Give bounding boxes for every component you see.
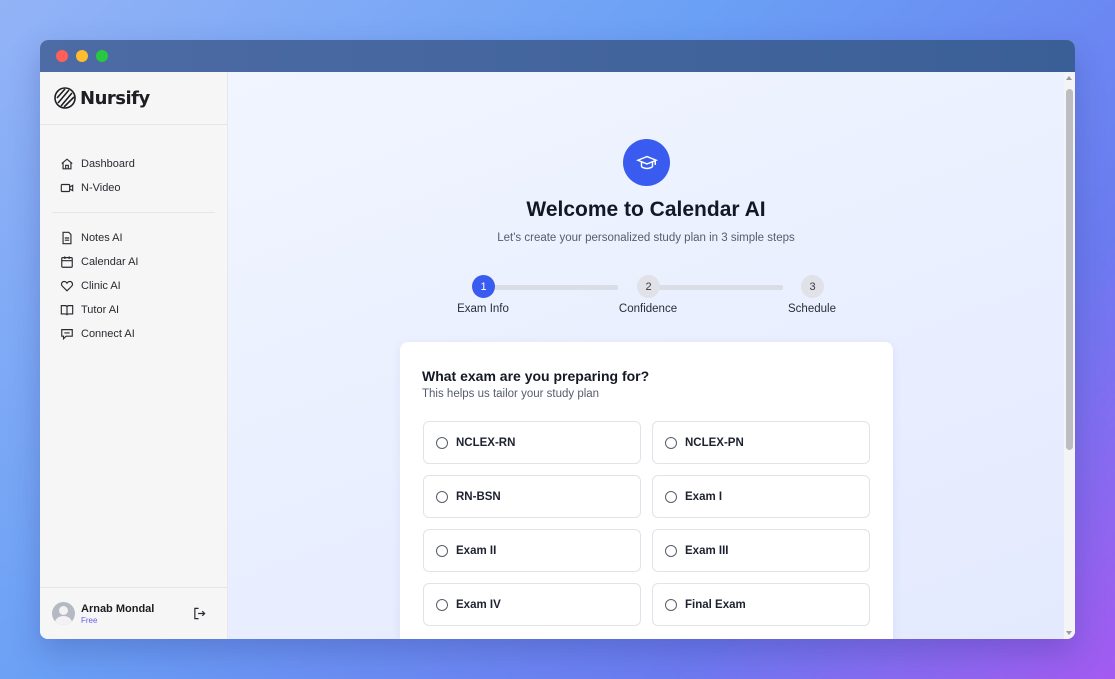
step-2-indicator[interactable]: 2 <box>637 275 660 298</box>
radio-button[interactable] <box>665 436 677 449</box>
book-icon <box>60 305 74 316</box>
exam-option-label: RN-BSN <box>456 490 501 503</box>
exam-option-label: Exam IV <box>456 598 501 611</box>
radio-button[interactable] <box>665 544 677 557</box>
sidebar-item-label: Clinic AI <box>81 280 121 292</box>
sidebar-item-dashboard[interactable]: Dashboard <box>60 152 215 176</box>
primary-nav: Dashboard N-Video <box>52 125 215 213</box>
sidebar-item-label: Notes AI <box>81 232 123 244</box>
step-3-label: Schedule <box>788 303 836 315</box>
exam-options: NCLEX-RN NCLEX-PN RN-BSN Exam I Exam II … <box>423 421 870 626</box>
maximize-window-button[interactable] <box>96 50 108 62</box>
graduation-cap-icon <box>635 155 658 169</box>
exam-option-nclex-pn[interactable]: NCLEX-PN <box>652 421 870 464</box>
minimize-window-button[interactable] <box>76 50 88 62</box>
radio-button[interactable] <box>436 598 448 611</box>
sidebar-item-label: Tutor AI <box>81 304 120 316</box>
user-profile[interactable]: Arnab Mondal Free <box>40 587 227 639</box>
page-title: Welcome to Calendar AI <box>526 198 766 221</box>
sidebar-item-label: Calendar AI <box>81 256 139 268</box>
tools-nav: Notes AI Calendar AI Clinic AI Tutor AI … <box>40 213 227 346</box>
step-3-indicator[interactable]: 3 <box>801 275 824 298</box>
close-window-button[interactable] <box>56 50 68 62</box>
user-plan-badge: Free <box>81 615 98 625</box>
scroll-down-arrow[interactable] <box>1066 631 1072 635</box>
sidebar-item-label: Connect AI <box>81 328 135 340</box>
file-icon <box>62 231 72 245</box>
exam-option-label: NCLEX-RN <box>456 436 516 449</box>
radio-button[interactable] <box>665 490 677 503</box>
sidebar-item-clinic-ai[interactable]: Clinic AI <box>60 274 215 298</box>
main-content: Welcome to Calendar AI Let's create your… <box>228 72 1075 639</box>
sidebar-item-connect-ai[interactable]: Connect AI <box>60 322 215 346</box>
exam-option-exam-iii[interactable]: Exam III <box>652 529 870 572</box>
step-1-label: Exam Info <box>457 303 509 315</box>
step-2-label: Confidence <box>618 303 678 315</box>
heart-icon <box>60 280 74 292</box>
nursify-logo-icon <box>54 87 76 109</box>
exam-option-label: Final Exam <box>685 598 746 611</box>
sidebar-item-notes-ai[interactable]: Notes AI <box>60 226 215 250</box>
card-helper-text: This helps us tailor your study plan <box>422 388 600 400</box>
sidebar-item-label: N-Video <box>81 182 121 194</box>
sidebar-item-n-video[interactable]: N-Video <box>60 176 215 200</box>
hero-badge <box>623 139 670 186</box>
vertical-scrollbar[interactable] <box>1064 72 1075 639</box>
exam-option-nclex-rn[interactable]: NCLEX-RN <box>423 421 641 464</box>
step-connector <box>478 285 618 290</box>
radio-button[interactable] <box>436 544 448 557</box>
user-name: Arnab Mondal <box>81 602 155 615</box>
step-connector <box>643 285 783 290</box>
exam-option-label: Exam II <box>456 544 497 557</box>
card-question: What exam are you preparing for? <box>422 368 650 384</box>
radio-button[interactable] <box>665 598 677 611</box>
sidebar-item-label: Dashboard <box>81 158 135 170</box>
logo[interactable]: Nursify <box>40 72 227 125</box>
exam-selection-card: What exam are you preparing for? This he… <box>400 342 893 639</box>
page-subtitle: Let's create your personalized study pla… <box>497 232 795 244</box>
exam-option-label: Exam III <box>685 544 729 557</box>
radio-button[interactable] <box>436 490 448 503</box>
video-icon <box>60 183 74 193</box>
sidebar-item-calendar-ai[interactable]: Calendar AI <box>60 250 215 274</box>
app-window: Nursify Dashboard N-Video Notes AI Calen… <box>40 40 1075 639</box>
exam-option-exam-i[interactable]: Exam I <box>652 475 870 518</box>
step-1-indicator[interactable]: 1 <box>472 275 495 298</box>
calendar-icon <box>61 256 73 268</box>
sidebar: Nursify Dashboard N-Video Notes AI Calen… <box>40 72 228 639</box>
progress-stepper: 1 2 3 Exam Info Confidence Schedule <box>454 275 838 315</box>
radio-button[interactable] <box>436 436 448 449</box>
avatar[interactable] <box>52 602 75 625</box>
logout-icon[interactable] <box>193 607 206 620</box>
exam-option-label: NCLEX-PN <box>685 436 744 449</box>
exam-option-rn-bsn[interactable]: RN-BSN <box>423 475 641 518</box>
sidebar-item-tutor-ai[interactable]: Tutor AI <box>60 298 215 322</box>
home-icon <box>61 158 73 170</box>
scroll-thumb[interactable] <box>1066 89 1073 450</box>
chat-icon <box>61 329 73 341</box>
exam-option-label: Exam I <box>685 490 723 503</box>
scroll-up-arrow[interactable] <box>1066 76 1072 80</box>
exam-option-exam-iv[interactable]: Exam IV <box>423 583 641 626</box>
app-name: Nursify <box>80 87 150 109</box>
exam-option-exam-ii[interactable]: Exam II <box>423 529 641 572</box>
exam-option-final-exam[interactable]: Final Exam <box>652 583 870 626</box>
window-titlebar <box>40 40 1075 72</box>
